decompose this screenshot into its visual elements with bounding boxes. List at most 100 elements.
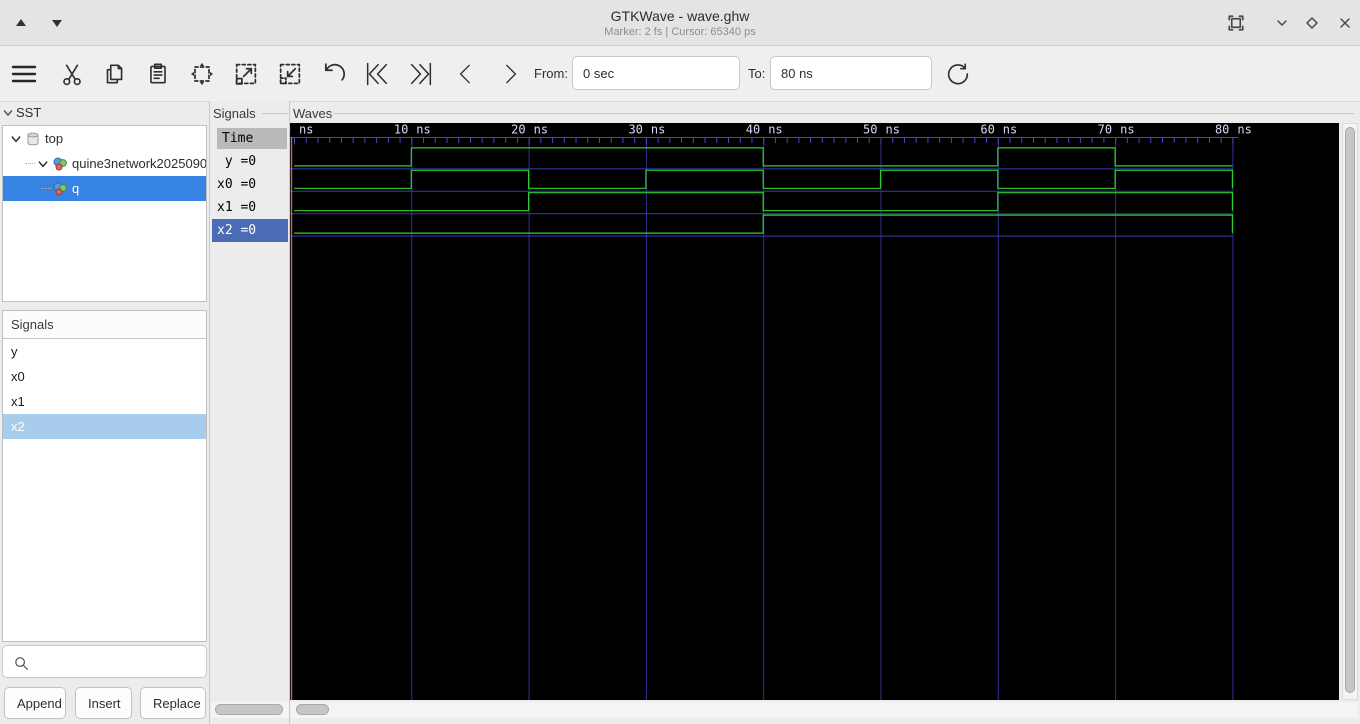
maximize-button[interactable] [1301,12,1323,34]
tree-item-label: quine3network2025090 [72,156,206,171]
signal-list-item-x2[interactable]: x2 [3,414,206,439]
waves-frame-rule [334,113,1354,114]
to-time-input[interactable] [770,56,932,90]
wave-trace-x2 [294,214,1233,234]
timeline-unit-label: ns [886,123,900,137]
go-to-start-button[interactable] [363,60,391,88]
signal-names-hscrollbar-thumb[interactable] [215,704,283,715]
wave-canvas[interactable]: 0 ns 10 ns 20 ns 30 ns 40 ns 50 ns 60 ns 70 ns 80 ns [290,123,1339,700]
wave-signal-name: y [224,154,233,169]
wave-name-row-x0[interactable]: x0 =0 [212,173,288,196]
signal-search-box[interactable] [2,645,207,678]
zoom-undo-button[interactable] [320,60,348,88]
go-to-end-button[interactable] [407,60,435,88]
close-button[interactable] [1334,12,1356,34]
signal-names-hscrollbar[interactable] [211,702,289,718]
zoom-fit-window-button[interactable] [1225,12,1247,34]
search-icon [15,657,28,670]
append-button[interactable]: Append [4,687,66,719]
timeline-unit-label: ns [651,123,665,137]
timeline-tick-label: 60 [980,123,994,137]
wave-signal-value: =0 [240,177,257,192]
timeline-tick-label: 0 [290,123,291,137]
marker-cursor-status: Marker: 2 fs | Cursor: 65340 ps [604,26,756,38]
waves-hscrollbar[interactable] [291,702,1358,718]
wave-name-rows[interactable]: y =0 x0 =0 x1 =0 x2 =0 [212,150,288,242]
close-icon [1340,18,1350,28]
find-next-edge-button[interactable] [496,60,524,88]
tree-item-quine3network2025090[interactable]: quine3network2025090 [3,151,206,176]
waves-vscrollbar-thumb[interactable] [1345,127,1355,693]
tree-guide-line [41,187,51,190]
tree-item-q[interactable]: q [3,176,206,201]
copy-icon [106,64,123,84]
signal-search-results-list[interactable]: Signals y x0 x1 x2 [2,310,207,642]
timeline-unit-label: ns [534,123,548,137]
skip-to-start-icon [366,62,388,86]
fit-screen-icon [1228,15,1244,31]
wave-name-row-x1[interactable]: x1 =0 [212,196,288,219]
minimize-button[interactable] [1271,12,1293,34]
waves-hscrollbar-thumb[interactable] [296,704,329,715]
wave-trace-x0 [294,169,1233,189]
find-previous-edge-button[interactable] [452,60,480,88]
chevron-down-icon [1277,20,1287,26]
signals-frame-rule [262,113,288,114]
module-icon [27,132,39,145]
chevron-right-icon [506,64,517,84]
paste-button[interactable] [144,60,172,88]
sst-label: SST [16,105,42,120]
timeline-tick-label: 20 [511,123,525,137]
wave-name-row-y[interactable]: y =0 [212,150,288,173]
wave-signal-value: =0 [240,154,257,169]
timeline-unit-label: ns [1120,123,1134,137]
timeline-tick-label: 80 [1215,123,1229,137]
hamburger-menu-icon [11,65,37,83]
signal-list-item-x0[interactable]: x0 [3,364,206,389]
from-time-input[interactable] [572,56,740,90]
search-input[interactable] [33,647,205,678]
tree-item-top[interactable]: top [3,126,206,151]
signal-list-item-x1[interactable]: x1 [3,389,206,414]
headerbar: GTKWave - wave.ghw Marker: 2 fs | Cursor… [0,0,1360,46]
chevron-down-icon [11,135,21,142]
cut-button[interactable] [58,60,86,88]
waves-vscrollbar[interactable] [1342,123,1358,700]
timeline-unit-label: ns [299,123,313,137]
zoom-in-button[interactable] [232,60,260,88]
zoom-fit-icon [190,62,214,86]
tree-item-label: top [45,131,64,146]
to-label: To: [748,66,766,81]
wave-signal-name: x0 [217,177,233,192]
copy-button[interactable] [100,60,128,88]
wave-signal-name: x2 [217,223,233,238]
sst-tree[interactable]: top quine3network2025090 q [2,125,207,302]
signal-list-rows: y x0 x1 x2 [3,339,206,439]
toolbar: From: To: [0,46,1360,102]
zoom-out-button[interactable] [276,60,304,88]
wave-signal-name: x1 [217,200,233,215]
timeline-unit-label: ns [1003,123,1017,137]
time-header[interactable]: Time [217,128,287,149]
main-menu-button[interactable] [10,60,38,88]
chevron-left-icon [459,64,470,84]
reload-icon [947,63,969,85]
replace-button[interactable]: Replace [140,687,206,719]
timeline-tick-label: 30 [628,123,642,137]
sst-section-header[interactable]: SST [2,105,41,120]
timeline-tick-label: 70 [1098,123,1112,137]
timeline-tick-label: 50 [863,123,877,137]
component-icon [53,157,67,170]
wave-trace-y [294,147,1233,167]
timeline-unit-label: ns [416,123,430,137]
skip-to-end-icon [410,62,432,86]
signal-list-header: Signals [3,311,206,339]
timeline-unit-label: ns [768,123,782,137]
zoom-fit-button[interactable] [188,60,216,88]
window-title: GTKWave - wave.ghw [610,8,750,24]
reload-button[interactable] [944,60,972,88]
from-label: From: [534,66,568,81]
insert-button[interactable]: Insert [75,687,132,719]
wave-name-row-x2[interactable]: x2 =0 [212,219,288,242]
signal-list-item-y[interactable]: y [3,339,206,364]
